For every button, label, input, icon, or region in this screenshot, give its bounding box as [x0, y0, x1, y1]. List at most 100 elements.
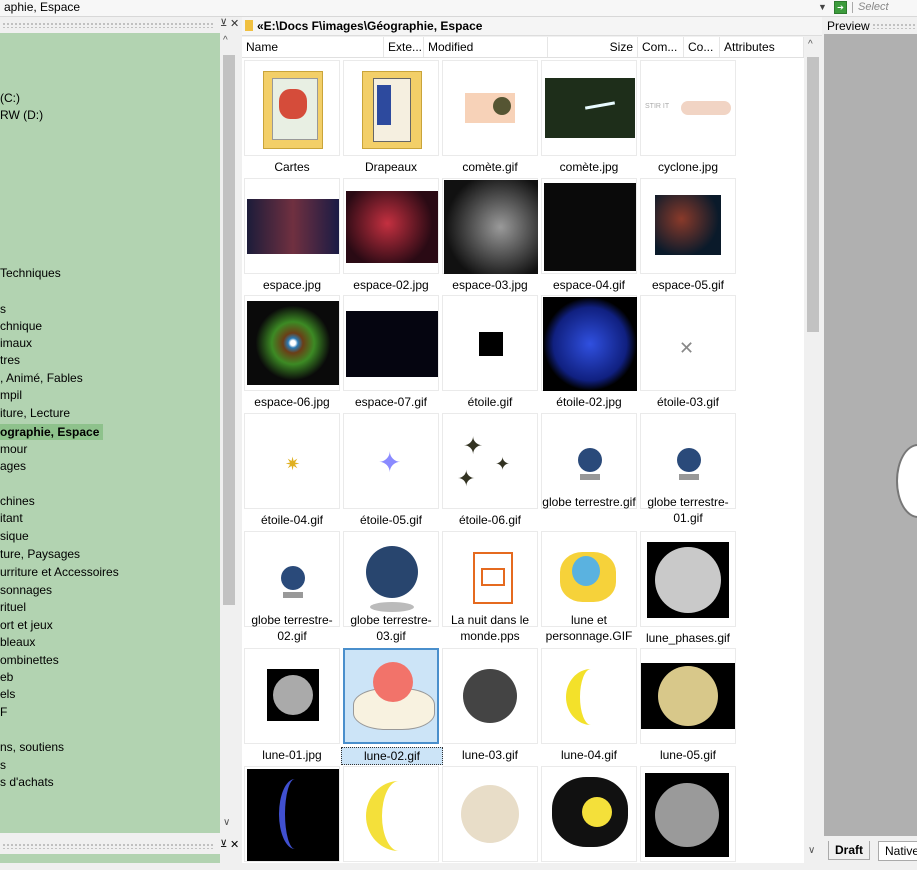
column-name[interactable]: Name: [242, 37, 384, 57]
column-attributes[interactable]: Attributes: [720, 37, 804, 57]
tree-item[interactable]: bleaux: [0, 634, 35, 650]
pin-icon[interactable]: ⊻: [220, 839, 227, 850]
file-thumbnail[interactable]: [442, 648, 538, 744]
panel-grip[interactable]: [2, 843, 214, 849]
file-label[interactable]: lune-02.gif: [341, 747, 443, 765]
column-modified[interactable]: Modified: [424, 37, 548, 57]
column-size[interactable]: Size: [548, 37, 638, 57]
tree-item[interactable]: ographie, Espace: [0, 424, 104, 440]
tree-item[interactable]: urriture et Accessoires: [0, 564, 119, 580]
file-label[interactable]: comète.gif: [440, 159, 540, 175]
file-label[interactable]: espace-06.jpg: [242, 394, 342, 410]
scroll-down-icon[interactable]: ∨: [808, 845, 815, 856]
close-icon[interactable]: ✕: [230, 838, 239, 851]
file-thumbnail[interactable]: [244, 178, 340, 274]
tree-item[interactable]: iture, Lecture: [0, 405, 70, 421]
address-path[interactable]: aphie, Espace: [4, 0, 80, 14]
pin-icon[interactable]: ⊻: [220, 18, 227, 29]
file-thumbnail[interactable]: [244, 648, 340, 744]
file-thumbnail[interactable]: [244, 766, 340, 862]
tree-item[interactable]: sonnages: [0, 582, 52, 598]
panel-grip[interactable]: [872, 23, 917, 29]
tree-item[interactable]: els: [0, 686, 15, 702]
scroll-thumb[interactable]: [223, 55, 235, 605]
tree-item[interactable]: ns, soutiens: [0, 739, 64, 755]
file-thumbnail[interactable]: [541, 60, 637, 156]
file-label[interactable]: espace-04.gif: [539, 277, 639, 293]
go-arrow-icon[interactable]: ➔: [834, 1, 847, 14]
tree-item[interactable]: (C:): [0, 90, 20, 106]
file-thumbnail[interactable]: [640, 648, 736, 744]
tree-item[interactable]: eb: [0, 669, 13, 685]
file-label[interactable]: globe terrestre-03.gif: [341, 612, 441, 644]
file-label[interactable]: étoile-06.gif: [440, 512, 540, 528]
file-label[interactable]: Drapeaux: [341, 159, 441, 175]
tree-item[interactable]: ages: [0, 458, 26, 474]
file-label[interactable]: globe terrestre-02.gif: [242, 612, 342, 644]
panel-grip[interactable]: [2, 22, 214, 28]
file-label[interactable]: espace-07.gif: [341, 394, 441, 410]
file-thumbnail[interactable]: [442, 60, 538, 156]
file-label[interactable]: étoile.gif: [440, 394, 540, 410]
file-label[interactable]: Cartes: [242, 159, 342, 175]
file-label[interactable]: globe terrestre-01.gif: [638, 494, 738, 526]
current-path[interactable]: «E:\Docs F\images\Géographie, Espace: [257, 19, 482, 33]
file-label[interactable]: lune-05.gif: [638, 747, 738, 763]
file-label[interactable]: étoile-02.jpg: [539, 394, 639, 410]
file-label[interactable]: lune et personnage.GIF: [539, 612, 639, 644]
file-thumbnail[interactable]: [343, 295, 439, 391]
tree-item[interactable]: mpil: [0, 387, 22, 403]
column-comment[interactable]: Com...: [638, 37, 684, 57]
file-thumbnail[interactable]: [640, 766, 736, 862]
tree-item[interactable]: Techniques: [0, 265, 61, 281]
tree-item[interactable]: chines: [0, 493, 35, 509]
column-co[interactable]: Co...: [684, 37, 720, 57]
file-thumbnail[interactable]: [442, 766, 538, 862]
file-label[interactable]: espace.jpg: [242, 277, 342, 293]
tree-scrollbar[interactable]: ^ ∨: [220, 33, 238, 833]
close-icon[interactable]: ✕: [230, 17, 239, 30]
file-label[interactable]: La nuit dans le monde.pps: [440, 612, 540, 644]
tree-item[interactable]: mour: [0, 441, 27, 457]
tree-item[interactable]: ture, Paysages: [0, 546, 80, 562]
file-label[interactable]: espace-02.jpg: [341, 277, 441, 293]
tree-item[interactable]: , Animé, Fables: [0, 370, 83, 386]
tree-item[interactable]: itant: [0, 510, 23, 526]
grid-scrollbar[interactable]: ^ ∨: [804, 37, 822, 863]
file-label[interactable]: lune_phases.gif: [638, 630, 738, 646]
file-thumbnail[interactable]: [541, 766, 637, 862]
tree-item[interactable]: tres: [0, 352, 20, 368]
scroll-up-icon[interactable]: ^: [223, 35, 228, 46]
file-label[interactable]: comète.jpg: [539, 159, 639, 175]
tab-draft[interactable]: Draft: [828, 841, 871, 860]
file-thumbnail[interactable]: [244, 60, 340, 156]
file-label[interactable]: espace-05.gif: [638, 277, 738, 293]
scroll-up-icon[interactable]: ^: [808, 39, 813, 50]
file-thumbnail[interactable]: [343, 60, 439, 156]
file-thumbnail[interactable]: ✦: [343, 413, 439, 509]
file-thumbnail[interactable]: [442, 295, 538, 391]
file-thumbnail[interactable]: [541, 295, 637, 391]
tree-item[interactable]: imaux: [0, 335, 32, 351]
tree-item[interactable]: sique: [0, 528, 29, 544]
file-thumbnail[interactable]: [640, 178, 736, 274]
tree-item[interactable]: ort et jeux: [0, 617, 53, 633]
file-thumbnail[interactable]: [343, 648, 439, 744]
file-label[interactable]: lune-03.gif: [440, 747, 540, 763]
tab-native[interactable]: Native: [878, 841, 917, 861]
chevron-down-icon[interactable]: ▼: [818, 0, 827, 14]
file-thumbnail[interactable]: [640, 531, 736, 627]
file-label[interactable]: étoile-03.gif: [638, 394, 738, 410]
file-thumbnail[interactable]: ✦ ✦ ✦: [442, 413, 538, 509]
file-thumbnail[interactable]: [343, 178, 439, 274]
file-thumbnail[interactable]: [541, 648, 637, 744]
scroll-down-icon[interactable]: ∨: [223, 817, 230, 828]
file-thumbnail[interactable]: [442, 178, 538, 274]
tree-item[interactable]: s d'achats: [0, 774, 54, 790]
file-thumbnail[interactable]: ✕: [640, 295, 736, 391]
tree-item[interactable]: ombinettes: [0, 652, 59, 668]
tree-item[interactable]: RW (D:): [0, 107, 43, 123]
file-label[interactable]: étoile-04.gif: [242, 512, 342, 528]
file-thumbnail[interactable]: ✷: [244, 413, 340, 509]
tree-item[interactable]: F: [0, 704, 7, 720]
